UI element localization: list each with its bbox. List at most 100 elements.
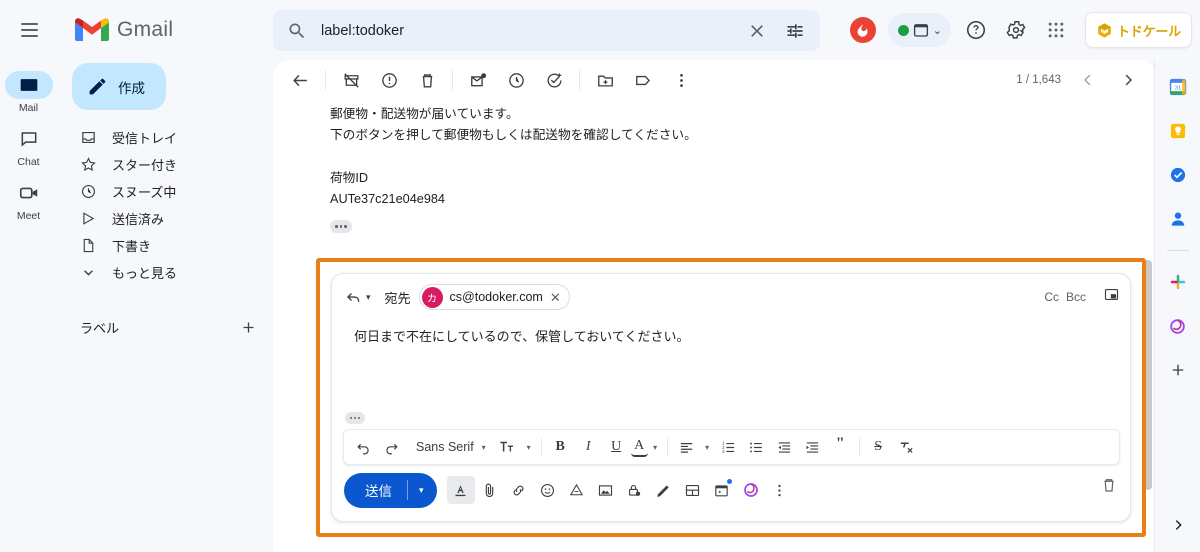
add-addon-button[interactable] (1163, 355, 1193, 385)
show-trimmed-content-icon[interactable] (330, 220, 352, 233)
insert-signature-button[interactable] (650, 476, 678, 504)
more-options-button[interactable] (662, 61, 700, 99)
reply-header: ▾ 宛先 カ cs@todoker.com ✕ Cc Bcc (332, 274, 1130, 320)
back-button[interactable] (281, 61, 319, 99)
insert-link-button[interactable] (505, 476, 533, 504)
google-tasks-button[interactable] (1163, 160, 1193, 190)
rail-item-mail[interactable]: Mail (1, 68, 57, 120)
mail-icon (20, 79, 37, 91)
label-button[interactable] (624, 61, 662, 99)
send-button[interactable]: 送信 ▾ (344, 472, 437, 508)
delete-button[interactable] (408, 61, 446, 99)
availability-status-button[interactable]: ⌄ (887, 13, 951, 47)
insert-photo-icon (598, 484, 613, 496)
search-options-button[interactable] (776, 12, 814, 50)
attach-file-button[interactable] (476, 476, 504, 504)
discard-draft-button[interactable] (1100, 476, 1118, 494)
mark-unread-button[interactable] (459, 61, 497, 99)
indent-less-button[interactable] (771, 434, 798, 461)
insert-link-icon (513, 485, 524, 495)
prev-page-button[interactable] (1069, 61, 1107, 99)
numbered-list-button[interactable]: 123 (715, 434, 742, 461)
sidebar-item-starred[interactable]: スター付き (57, 151, 263, 178)
italic-button[interactable]: I (575, 434, 602, 461)
expand-panel-button[interactable] (1163, 510, 1193, 540)
more-options-button[interactable] (766, 476, 794, 504)
reply-body-editor[interactable]: 何日まで不在にしているので、保管しておいてください。 (332, 320, 1130, 406)
rail-item-chat[interactable]: Chat (1, 122, 57, 174)
report-spam-button[interactable] (370, 61, 408, 99)
hamburger-menu-icon[interactable] (9, 10, 49, 50)
strikethrough-button[interactable]: S (865, 434, 892, 461)
bulleted-list-button[interactable] (743, 434, 770, 461)
gmail-logo[interactable]: Gmail (75, 17, 225, 43)
text-color-caret[interactable]: ▾ (649, 434, 662, 461)
move-to-folder-button[interactable] (586, 61, 624, 99)
todoker-extension-button[interactable]: トドケール (1084, 12, 1192, 48)
google-apps-button[interactable] (1037, 11, 1075, 49)
gemini-panel-button[interactable] (1163, 311, 1193, 341)
archive-button[interactable] (332, 61, 370, 99)
align-button[interactable] (673, 434, 700, 461)
sidebar-item-sent[interactable]: 送信済み (57, 205, 263, 232)
plus-icon[interactable] (240, 319, 257, 336)
font-family-select[interactable]: Sans Serif ▾ (406, 434, 493, 461)
google-contacts-button[interactable] (1163, 204, 1193, 234)
labels-header: ラベル (57, 314, 273, 340)
font-size-caret[interactable]: ▾ (522, 434, 536, 461)
gemini-addon-icon (1170, 318, 1185, 334)
search-input[interactable] (321, 22, 738, 39)
cc-button[interactable]: Cc (1044, 290, 1059, 304)
chevron-down-icon: ▾ (526, 442, 531, 452)
remove-formatting-button[interactable] (893, 434, 920, 461)
settings-button[interactable] (997, 11, 1035, 49)
quote-button[interactable]: " (827, 434, 854, 461)
notification-badge-icon[interactable] (849, 17, 876, 43)
reply-type-selector[interactable]: ▾ (344, 288, 371, 307)
indent-more-button[interactable] (799, 434, 826, 461)
mail-scrollbar-thumb[interactable] (1144, 260, 1152, 490)
gemini-addon-button[interactable] (737, 476, 765, 504)
search-bar[interactable] (273, 10, 820, 51)
show-quoted-text-icon[interactable] (345, 412, 365, 424)
chevron-down-icon: ⌄ (932, 24, 942, 37)
sidebar-item-inbox[interactable]: 受信トレイ (57, 124, 263, 151)
google-keep-button[interactable] (1163, 116, 1193, 146)
rail-item-meet[interactable]: Meet (1, 176, 57, 228)
next-page-button[interactable] (1109, 61, 1147, 99)
to-label: 宛先 (384, 290, 411, 306)
insert-photo-button[interactable] (592, 476, 620, 504)
font-size-button[interactable] (494, 434, 521, 461)
compose-button[interactable]: 作成 (72, 63, 166, 110)
clear-search-button[interactable] (738, 12, 776, 50)
schedule-send-button[interactable] (708, 476, 736, 504)
font-family-value: Sans Serif (416, 440, 474, 454)
redo-button[interactable] (378, 434, 405, 461)
text-color-button[interactable]: A (630, 437, 648, 457)
remove-recipient-icon[interactable]: ✕ (550, 291, 561, 304)
formatting-options-button[interactable] (446, 476, 475, 504)
chevron-down-icon (84, 270, 93, 276)
bold-button[interactable]: B (547, 434, 574, 461)
help-button[interactable] (957, 11, 995, 49)
recipient-chip[interactable]: カ cs@todoker.com ✕ (418, 284, 570, 310)
align-caret[interactable]: ▾ (701, 434, 714, 461)
bcc-button[interactable]: Bcc (1066, 290, 1086, 304)
insert-emoji-button[interactable] (534, 476, 562, 504)
insert-drive-file-button[interactable] (563, 476, 591, 504)
search-options-icon (787, 23, 803, 38)
slack-addon-button[interactable] (1163, 267, 1193, 297)
sidebar-item-more[interactable]: もっと見る (57, 259, 263, 286)
snooze-button[interactable] (497, 61, 535, 99)
sidebar-item-drafts[interactable]: 下書き (57, 232, 263, 259)
underline-button[interactable]: U (603, 434, 630, 461)
sidebar-item-snoozed[interactable]: スヌーズ中 (57, 178, 263, 205)
trash-icon (422, 73, 432, 88)
header-actions: ⌄ トドケール (849, 8, 1192, 52)
google-calendar-button[interactable]: 31 (1163, 72, 1193, 102)
undo-button[interactable] (350, 434, 377, 461)
layout-template-button[interactable] (679, 476, 707, 504)
popout-window-button[interactable] (1103, 286, 1120, 303)
confidential-mode-button[interactable] (621, 476, 649, 504)
add-to-tasks-button[interactable] (535, 61, 573, 99)
